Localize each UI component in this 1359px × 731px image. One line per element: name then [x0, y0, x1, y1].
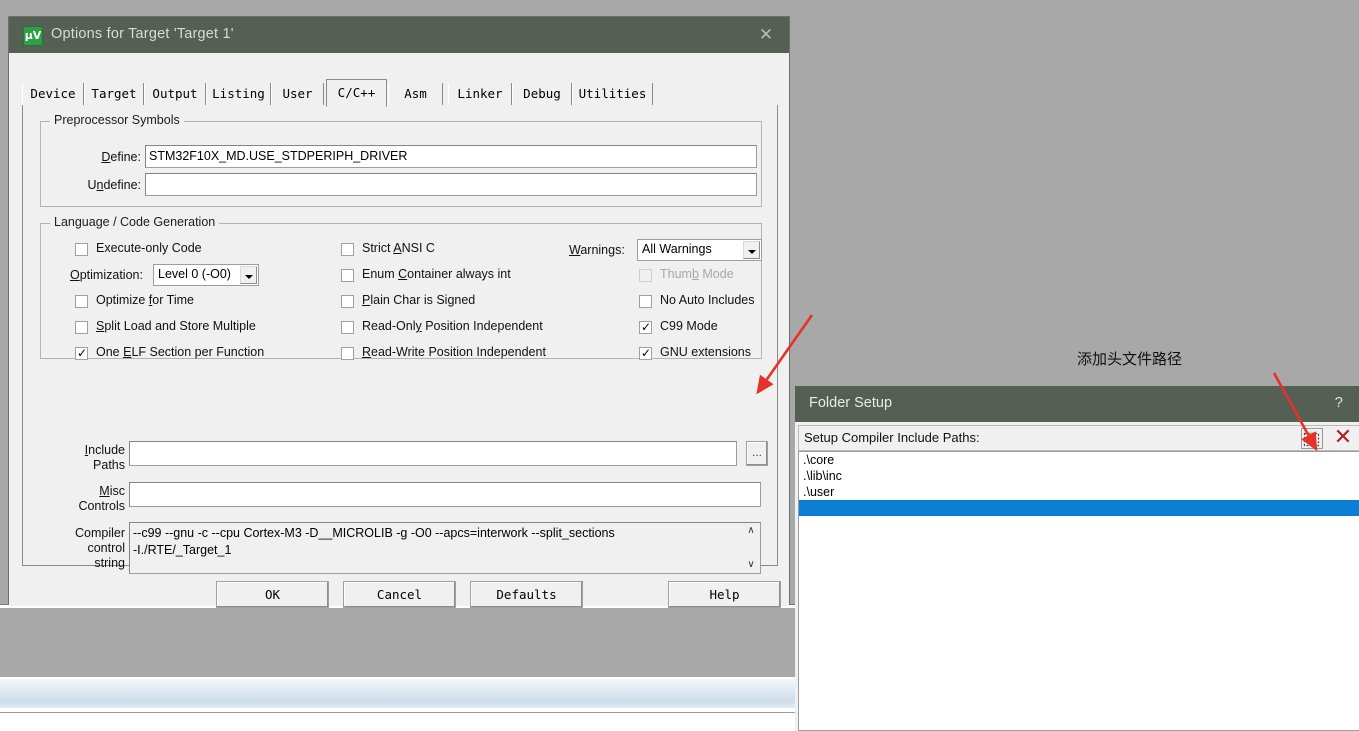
options-dialog-body: Device Target Output Listing User C/C++ …	[9, 53, 789, 608]
label-plain-char-is-signed: Plain Char is Signed	[362, 293, 476, 307]
misc-controls-input[interactable]	[129, 482, 761, 507]
label-thumb-mode: Thumb Mode	[660, 267, 734, 281]
label-execute-only-code: Execute-only Code	[96, 241, 202, 255]
tab-utilities[interactable]: Utilities	[572, 83, 653, 105]
folder-setup-titlebar: Folder Setup ?	[795, 386, 1359, 422]
folder-setup-dialog: Folder Setup ? Setup Compiler Include Pa…	[795, 386, 1359, 731]
checkbox-execute-only-code[interactable]	[75, 243, 88, 256]
setup-compiler-include-paths-label: Setup Compiler Include Paths:	[804, 430, 980, 445]
tab-listing[interactable]: Listing	[206, 83, 271, 105]
optimization-value: Level 0 (-O0)	[158, 267, 231, 281]
tab-linker[interactable]: Linker	[448, 83, 512, 105]
compiler-control-string-label-line3: string	[94, 556, 125, 570]
include-paths-label-line1: Include	[84, 443, 125, 457]
checkbox-no-auto-includes[interactable]	[639, 295, 652, 308]
include-paths-list[interactable]: .\core .\lib\inc .\user	[798, 451, 1359, 731]
define-input[interactable]: STM32F10X_MD.USE_STDPERIPH_DRIVER	[145, 145, 757, 168]
scroll-down-icon[interactable]: ∨	[743, 558, 759, 572]
include-paths-input[interactable]	[129, 441, 737, 466]
language-code-generation-group-label: Language / Code Generation	[50, 215, 220, 229]
checkbox-read-write-position-independent[interactable]	[341, 347, 354, 360]
folder-setup-title: Folder Setup	[809, 395, 893, 411]
misc-controls-label-line2: Controls	[78, 499, 125, 513]
tab-debug[interactable]: Debug	[512, 83, 572, 105]
list-item[interactable]: .\user	[799, 484, 1359, 500]
label-split-load-and-store-multiple: Split Load and Store Multiple	[96, 319, 256, 333]
label-one-elf-section-per-function: One ELF Section per Function	[96, 345, 265, 359]
background-window-statusbar	[0, 713, 795, 731]
label-enum-container-always-int: Enum Container always int	[362, 267, 511, 281]
options-dialog-title: Options for Target 'Target 1'	[51, 26, 234, 42]
compiler-control-string-scrollbar[interactable]: ∧ ∨	[743, 524, 759, 572]
warnings-label: Warnings:	[569, 243, 625, 257]
cancel-button[interactable]: Cancel	[343, 581, 456, 608]
compiler-control-string-label-line2: control	[87, 541, 125, 555]
new-folder-icon	[1303, 431, 1320, 447]
chevron-down-icon[interactable]	[743, 241, 760, 259]
c-cpp-tab-page: Preprocessor Symbols Define: STM32F10X_M…	[22, 105, 778, 574]
new-folder-button[interactable]	[1301, 428, 1323, 449]
optimization-label: Optimization:	[70, 268, 143, 282]
preprocessor-symbols-group: Preprocessor Symbols Define: STM32F10X_M…	[40, 113, 762, 207]
background-window-toolbar-strip	[0, 677, 795, 710]
checkbox-c99-mode[interactable]: ✓	[639, 321, 652, 334]
scroll-up-icon[interactable]: ∧	[743, 524, 759, 538]
include-paths-label-line2: Paths	[93, 458, 125, 472]
warnings-value: All Warnings	[642, 242, 712, 256]
include-paths-browse-button[interactable]: ...	[746, 441, 768, 466]
undefine-label: Undefine:	[87, 178, 141, 192]
options-dialog-titlebar: µV Options for Target 'Target 1' ✕	[9, 17, 789, 53]
language-code-generation-group: Language / Code Generation Execute-only …	[40, 215, 762, 360]
checkbox-strict-ansi-c[interactable]	[341, 243, 354, 256]
options-dialog: µV Options for Target 'Target 1' ✕ Devic…	[8, 16, 790, 608]
chevron-down-icon[interactable]	[240, 266, 257, 284]
compiler-control-string-line1: --c99 --gnu -c --cpu Cortex-M3 -D__MICRO…	[133, 526, 615, 540]
label-read-write-position-independent: Read-Write Position Independent	[362, 345, 546, 359]
list-item[interactable]: .\lib\inc	[799, 468, 1359, 484]
checkbox-optimize-for-time[interactable]	[75, 295, 88, 308]
warnings-select[interactable]: All Warnings	[637, 239, 762, 261]
undefine-input[interactable]	[145, 173, 757, 196]
label-strict-ansi-c: Strict ANSI C	[362, 241, 435, 255]
checkbox-plain-char-is-signed[interactable]	[341, 295, 354, 308]
uvision-icon: µV	[23, 26, 43, 46]
checkbox-split-load-and-store-multiple[interactable]	[75, 321, 88, 334]
folder-setup-toolbar: Setup Compiler Include Paths: ✕	[798, 425, 1359, 451]
tab-asm[interactable]: Asm	[388, 83, 443, 105]
checkbox-enum-container-always-int[interactable]	[341, 269, 354, 282]
compiler-control-string-textarea[interactable]: --c99 --gnu -c --cpu Cortex-M3 -D__MICRO…	[129, 522, 761, 574]
define-label: Define:	[101, 150, 141, 164]
compiler-control-string-line2: -I./RTE/_Target_1	[133, 543, 232, 557]
tab-c-cpp[interactable]: C/C++	[326, 79, 387, 107]
help-icon[interactable]: ?	[1335, 394, 1343, 411]
list-item-selected[interactable]	[799, 500, 1359, 516]
help-button[interactable]: Help	[668, 581, 781, 608]
delete-path-button[interactable]: ✕	[1330, 427, 1356, 451]
close-icon[interactable]: ✕	[743, 17, 789, 53]
tab-target[interactable]: Target	[84, 83, 144, 105]
annotation-add-include-path: 添加头文件路径	[1077, 350, 1183, 368]
misc-controls-label-line1: Misc	[99, 484, 125, 498]
preprocessor-symbols-group-label: Preprocessor Symbols	[50, 113, 184, 127]
tab-device[interactable]: Device	[22, 83, 84, 105]
compiler-control-string-label-line1: Compiler	[74, 526, 125, 540]
checkbox-read-only-position-independent[interactable]	[341, 321, 354, 334]
checkbox-one-elf-section-per-function[interactable]: ✓	[75, 347, 88, 360]
checkbox-thumb-mode	[639, 269, 652, 282]
label-gnu-extensions: GNU extensions	[660, 345, 752, 359]
tab-output[interactable]: Output	[144, 83, 206, 105]
label-read-only-position-independent: Read-Only Position Independent	[362, 319, 543, 333]
list-item[interactable]: .\core	[799, 452, 1359, 468]
label-c99-mode: C99 Mode	[660, 319, 718, 333]
tab-user[interactable]: User	[271, 83, 324, 105]
checkbox-gnu-extensions[interactable]: ✓	[639, 347, 652, 360]
ok-button[interactable]: OK	[216, 581, 329, 608]
defaults-button[interactable]: Defaults	[470, 581, 583, 608]
optimization-select[interactable]: Level 0 (-O0)	[153, 264, 259, 286]
label-no-auto-includes: No Auto Includes	[660, 293, 755, 307]
label-optimize-for-time: Optimize for Time	[96, 293, 194, 307]
